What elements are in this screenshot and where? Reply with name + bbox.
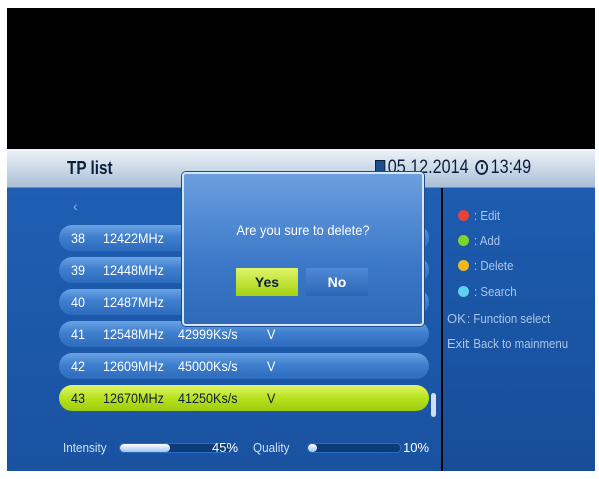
- no-button[interactable]: No: [306, 268, 368, 296]
- scrollbar-thumb[interactable]: [431, 393, 436, 417]
- tp-row[interactable]: 42 12609MHz 45000Ks/s V: [59, 353, 429, 379]
- dialog-message: Are you sure to delete?: [236, 222, 370, 238]
- exit-key: Exit: [447, 336, 469, 351]
- ok-key: OK: [447, 311, 466, 326]
- tp-frequency: 12548MHz: [103, 326, 164, 342]
- tp-frequency: 12422MHz: [103, 230, 164, 246]
- tp-number: 39: [71, 262, 86, 278]
- red-button-icon: [458, 210, 469, 221]
- time-text: 13:49: [490, 157, 532, 178]
- tp-symbol-rate: 41250Ks/s: [178, 390, 238, 406]
- tp-number: 40: [71, 294, 86, 310]
- tp-number: 41: [71, 326, 86, 342]
- legend-delete: : Delete: [443, 256, 593, 278]
- key-legend: : Edit : Add : Delete : Search OK : Func…: [443, 188, 595, 471]
- yes-button[interactable]: Yes: [236, 268, 298, 296]
- tp-row-selected[interactable]: 43 12670MHz 41250Ks/s V: [59, 385, 429, 411]
- yellow-button-icon: [458, 260, 469, 271]
- quality-bar-fill: [308, 444, 318, 452]
- blue-button-icon: [458, 286, 469, 297]
- tv-screen: TP list 05 12.201413:49 ‹ › 38 12422MHz …: [7, 8, 595, 471]
- tp-symbol-rate: 45000Ks/s: [178, 358, 238, 374]
- legend-add: : Add: [443, 231, 593, 253]
- intensity-label: Intensity: [63, 440, 107, 455]
- tp-number: 38: [71, 230, 86, 246]
- legend-ok: OK : Function select: [447, 311, 551, 326]
- quality-bar: [307, 443, 401, 453]
- intensity-value: 45%: [212, 440, 239, 455]
- quality-label: Quality: [253, 440, 290, 455]
- tp-number: 42: [71, 358, 86, 374]
- tp-polarization: V: [267, 390, 276, 406]
- tp-frequency: 12448MHz: [103, 262, 164, 278]
- tp-polarization: V: [267, 326, 276, 342]
- chevron-left-icon[interactable]: ‹: [73, 198, 78, 214]
- tp-symbol-rate: 42999Ks/s: [178, 326, 238, 342]
- legend-edit: : Edit: [443, 206, 593, 228]
- delete-confirm-dialog: Are you sure to delete? Yes No: [182, 172, 424, 326]
- green-button-icon: [458, 235, 469, 246]
- quality-value: 10%: [403, 440, 430, 455]
- legend-search: : Search: [443, 282, 593, 304]
- clock-icon: [475, 160, 489, 176]
- legend-exit: Exit : Back to mainmenu: [447, 336, 569, 351]
- tp-frequency: 12609MHz: [103, 358, 164, 374]
- tp-frequency: 12487MHz: [103, 294, 164, 310]
- tp-number: 43: [71, 390, 86, 406]
- tp-frequency: 12670MHz: [103, 390, 164, 406]
- tp-polarization: V: [267, 358, 276, 374]
- intensity-bar-fill: [120, 444, 170, 452]
- page-title: TP list: [67, 158, 113, 178]
